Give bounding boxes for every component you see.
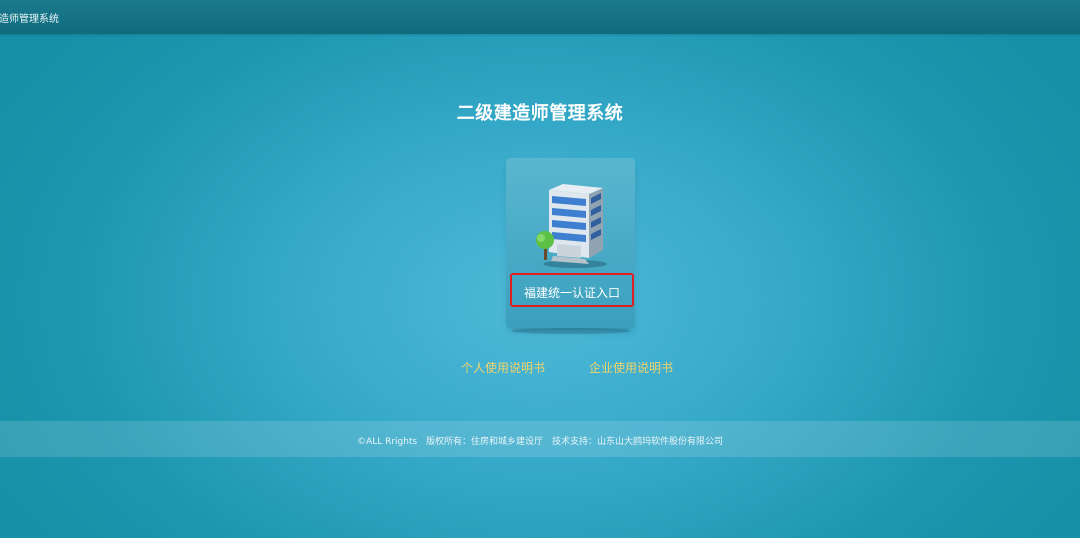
support-text: 技术支持：山东山大鸥玛软件股份有限公司 — [551, 437, 723, 447]
building-icon — [536, 184, 607, 268]
footer-text: ©ALL Rrights 版权所有：住房和城乡建设厅 技术支持：山东山大鸥玛软件… — [0, 434, 1080, 447]
card-shadow — [512, 328, 630, 334]
enterprise-manual-link[interactable]: 企业使用说明书 — [589, 359, 673, 376]
window-title: 造师管理系统 — [0, 14, 59, 25]
personal-manual-link[interactable]: 个人使用说明书 — [461, 359, 545, 376]
entry-label[interactable]: 福建统一认证入口 — [512, 284, 632, 301]
unified-auth-entry-card[interactable]: 福建统一认证入口 — [506, 158, 635, 328]
page-title: 二级建造师管理系统 — [456, 103, 624, 124]
owner-text: 版权所有：住房和城乡建设厅 — [426, 437, 544, 447]
entry-highlight-box: 福建统一认证入口 — [510, 273, 634, 307]
footer: ©ALL Rrights 版权所有：住房和城乡建设厅 技术支持：山东山大鸥玛软件… — [0, 421, 1080, 457]
copyright-text: ©ALL Rrights — [357, 437, 418, 447]
top-bar: 造师管理系统 — [0, 0, 1080, 34]
